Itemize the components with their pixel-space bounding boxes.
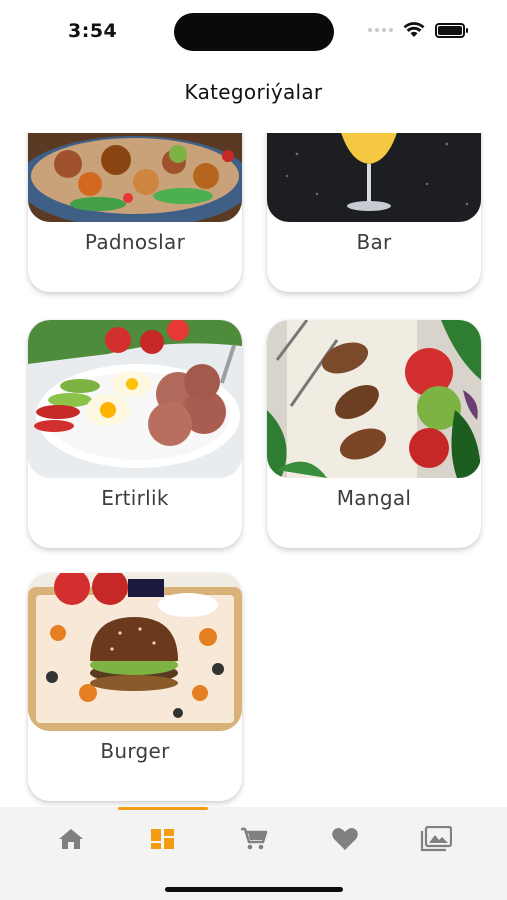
burger-tray-photo [28,573,242,731]
food-platter-photo [28,133,242,222]
breakfast-plate-photo [28,320,242,478]
kebab-grill-photo [267,320,481,478]
tab-categories[interactable] [133,821,193,857]
gallery-icon [420,826,452,852]
category-label: Bar [356,230,392,254]
category-card-bar[interactable]: Bar [267,133,481,292]
category-grid[interactable]: Padnoslar Bar Ertirlik Mangal Burger [0,133,507,807]
category-card-burger[interactable]: Burger [28,573,242,801]
tab-cart[interactable] [224,821,284,857]
dynamic-island [174,13,334,51]
tab-home[interactable] [41,821,101,857]
category-label: Mangal [336,486,412,510]
status-icons [368,22,468,38]
category-card-padnoslar[interactable]: Padnoslar [28,133,242,292]
categories-grid-icon [151,829,174,849]
cart-icon [241,827,268,850]
tab-gallery[interactable] [406,821,466,857]
category-card-mangal[interactable]: Mangal [267,320,481,548]
signal-icon [368,28,393,32]
wifi-icon [403,22,425,37]
category-label: Burger [100,739,170,763]
status-time: 3:54 [68,20,118,42]
home-icon [59,829,83,849]
heart-icon [332,828,358,850]
active-tab-indicator [118,807,208,810]
battery-icon [435,22,468,38]
category-card-ertirlik[interactable]: Ertirlik [28,320,242,548]
tab-favorites[interactable] [315,821,375,857]
category-label: Ertirlik [101,486,169,510]
status-bar: 3:54 [0,0,507,60]
category-label: Padnoslar [84,230,186,254]
drink-glass-photo [267,133,481,222]
page-title: Kategoriýalar [184,80,323,104]
tab-bar [0,807,507,900]
home-indicator [165,887,343,892]
